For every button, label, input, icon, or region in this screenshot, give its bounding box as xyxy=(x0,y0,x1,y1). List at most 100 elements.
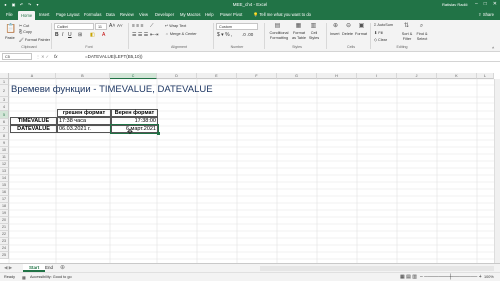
column-header[interactable]: H xyxy=(317,73,357,79)
row-header[interactable]: 23 xyxy=(0,238,9,245)
format-cells-icon[interactable]: ▣ xyxy=(357,23,366,30)
row-header[interactable]: 5 xyxy=(0,111,9,119)
sheet-grid[interactable] xyxy=(0,73,500,263)
row-header[interactable]: 24 xyxy=(0,245,9,252)
sheet-tab-end[interactable]: End xyxy=(45,265,53,270)
row-header[interactable]: 15 xyxy=(0,182,9,189)
cell-styles-icon[interactable]: ▥ xyxy=(309,23,318,30)
clear-button[interactable]: ◇ Clear xyxy=(374,37,387,42)
find-select-button[interactable]: Find & Select xyxy=(415,32,429,41)
row-header[interactable]: 6 xyxy=(0,119,9,126)
zoom-slider[interactable]: – ───────┼─────── + xyxy=(420,274,482,280)
sheet-nav-arrows[interactable]: ◀ ▶ xyxy=(4,265,12,271)
sheet-tab-start[interactable]: Start xyxy=(23,264,46,272)
row-header[interactable]: 9 xyxy=(0,140,9,147)
font-size-box[interactable]: 11 xyxy=(95,23,107,30)
row-header[interactable]: 17 xyxy=(0,196,9,203)
column-header[interactable]: J xyxy=(397,73,437,79)
row-header[interactable]: 21 xyxy=(0,224,9,231)
row4-label[interactable]: TIMEVALUE xyxy=(10,117,57,125)
tab-my-macros[interactable]: My Macros xyxy=(180,12,200,17)
conditional-formatting-icon[interactable]: ▤ xyxy=(273,23,282,30)
column-header[interactable]: K xyxy=(437,73,477,79)
formula-cancel-icon[interactable]: ⋮ ✕ ✓ xyxy=(36,54,49,59)
format-table-icon[interactable]: ▦ xyxy=(294,23,303,30)
find-select-icon[interactable]: ⌕ xyxy=(417,23,426,30)
tab-review[interactable]: Review xyxy=(120,12,134,17)
format-button[interactable]: Format xyxy=(355,32,367,36)
view-buttons[interactable]: ▦ ▤ ▥ xyxy=(400,274,417,280)
row-header[interactable]: 18 xyxy=(0,203,9,210)
row-header[interactable]: 20 xyxy=(0,217,9,224)
insert-button[interactable]: Insert xyxy=(330,32,340,36)
insert-cells-icon[interactable]: ⊕ xyxy=(331,23,340,30)
header-wrong-format[interactable]: грешен формат xyxy=(57,109,111,117)
user-name[interactable]: Ratislav Radič xyxy=(442,2,468,7)
wrap-text-button[interactable]: ↵ Wrap Text xyxy=(165,23,186,28)
row4-wrong-value[interactable]: 17:38 часа xyxy=(57,117,111,125)
row-header[interactable]: 16 xyxy=(0,189,9,196)
column-header[interactable]: B xyxy=(56,73,110,79)
conditional-formatting-button[interactable]: Conditional Formatting xyxy=(268,31,290,40)
decimal-icon[interactable]: .0 .00 xyxy=(242,32,253,37)
formula-input[interactable]: =DATEVALUE(LEFT(B5,10)) xyxy=(85,54,142,59)
row5-label[interactable]: DATEVALUE xyxy=(10,125,57,133)
maximize-button[interactable]: □ xyxy=(484,1,487,7)
autosum-button[interactable]: Σ AutoSum xyxy=(374,23,393,27)
share-button[interactable]: ⇪ Share xyxy=(478,12,494,17)
row-header[interactable]: 22 xyxy=(0,231,9,238)
shrink-font-icon[interactable]: A˅ xyxy=(117,23,123,28)
row-header[interactable]: 19 xyxy=(0,210,9,217)
fill-handle[interactable] xyxy=(157,132,160,135)
row-header[interactable]: 11 xyxy=(0,154,9,161)
align-left-icon[interactable]: ☰ ☰ ☰ xyxy=(132,32,148,38)
collapse-ribbon-icon[interactable]: ˄ xyxy=(492,45,494,50)
row-header[interactable]: 8 xyxy=(0,133,9,140)
macro-record-icon[interactable]: ▦ xyxy=(22,275,26,280)
delete-button[interactable]: Delete xyxy=(342,32,353,36)
tab-view[interactable]: View xyxy=(139,12,148,17)
horizontal-scrollbar[interactable] xyxy=(260,266,494,271)
borders-icon[interactable]: ⊞ xyxy=(78,32,82,38)
cut-button[interactable]: ✂ Cut xyxy=(19,23,29,28)
header-right-format[interactable]: Верен формат xyxy=(111,109,158,117)
tab-file[interactable]: File xyxy=(6,12,13,17)
vertical-scrollbar[interactable] xyxy=(494,79,500,263)
format-painter-button[interactable]: 🖌 Format Painter xyxy=(19,37,50,42)
cell-styles-button[interactable]: Cell Styles xyxy=(308,31,320,40)
italic-button[interactable]: I xyxy=(62,32,63,38)
row-header[interactable]: 7 xyxy=(0,126,9,133)
column-header[interactable]: C xyxy=(110,73,157,79)
column-header[interactable]: L xyxy=(477,73,494,79)
format-as-table-button[interactable]: Format as Table xyxy=(291,31,307,40)
orientation-icon[interactable]: ⟋ xyxy=(150,23,154,29)
fill-color-icon[interactable]: ◧ xyxy=(90,32,95,38)
add-sheet-icon[interactable]: ⊕ xyxy=(60,264,65,271)
fill-button[interactable]: ⬇ Fill xyxy=(374,30,383,35)
tab-formulas[interactable]: Formulas xyxy=(84,12,101,17)
sheet-title[interactable]: Времеви функции - TIMEVALUE, DATEVALUE xyxy=(11,84,213,96)
zoom-level[interactable]: 100% xyxy=(484,275,494,279)
align-top-icon[interactable]: ≡ ≡ ≡ xyxy=(132,23,144,29)
row-header[interactable]: 14 xyxy=(0,175,9,182)
column-header[interactable]: G xyxy=(277,73,317,79)
delete-cells-icon[interactable]: ⊖ xyxy=(344,23,353,30)
tab-page-layout[interactable]: Page Layout xyxy=(56,12,80,17)
tab-home[interactable]: Home xyxy=(18,11,36,20)
name-box[interactable]: C5 xyxy=(2,53,32,60)
row-header[interactable]: 2 xyxy=(0,85,9,97)
row-header[interactable]: 4 xyxy=(0,103,9,111)
copy-button[interactable]: ⎘ Copy xyxy=(19,30,32,34)
column-header[interactable]: E xyxy=(197,73,237,79)
column-header[interactable]: I xyxy=(357,73,397,79)
underline-button[interactable]: U xyxy=(68,32,72,38)
currency-icon[interactable]: $ ▾ % , xyxy=(217,32,232,38)
row5-wrong-value[interactable]: 06.03.2021 г. xyxy=(57,125,111,133)
merge-center-button[interactable]: ⇔ Merge & Center xyxy=(165,32,197,36)
minimize-button[interactable]: – xyxy=(475,1,478,7)
row-header[interactable]: 12 xyxy=(0,161,9,168)
row-header[interactable]: 13 xyxy=(0,168,9,175)
indent-icon[interactable]: ⇤⇥ xyxy=(150,32,158,38)
grow-font-icon[interactable]: A˄ xyxy=(109,23,115,29)
column-header[interactable]: D xyxy=(157,73,197,79)
